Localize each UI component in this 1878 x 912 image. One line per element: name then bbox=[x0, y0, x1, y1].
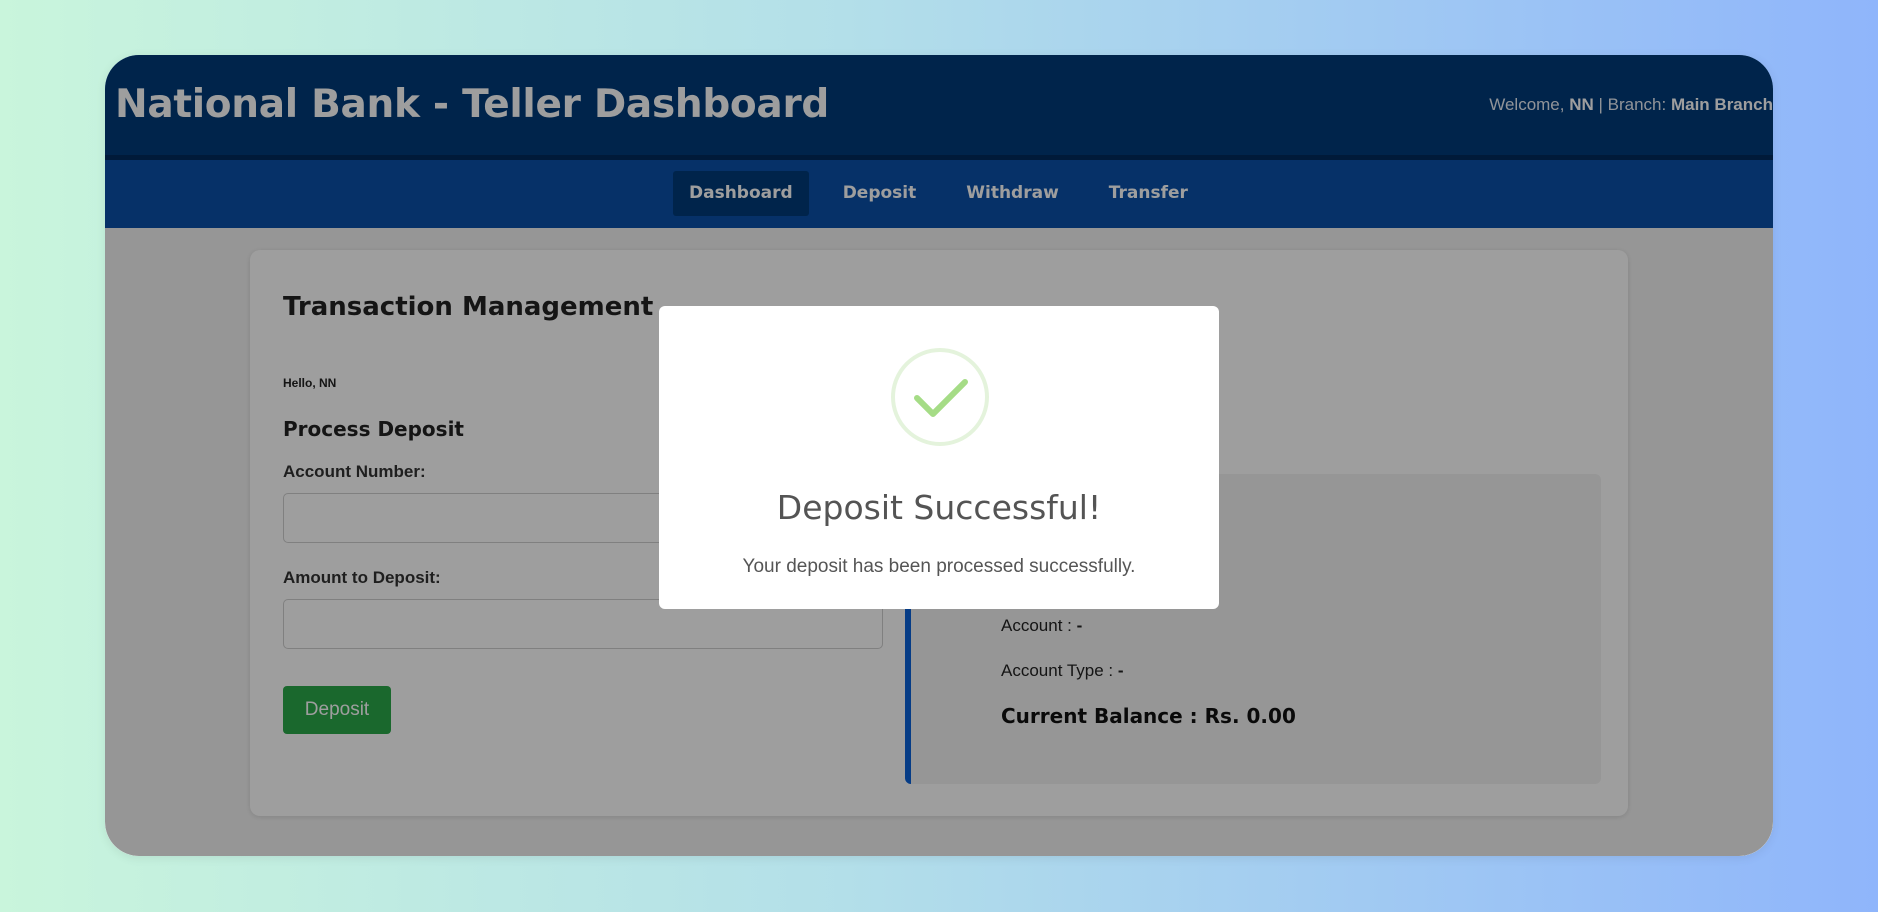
modal-title: Deposit Successful! bbox=[776, 488, 1102, 527]
checkmark-icon bbox=[891, 348, 989, 446]
success-modal: Deposit Successful! Your deposit has bee… bbox=[659, 306, 1219, 609]
modal-message: Your deposit has been processed successf… bbox=[742, 556, 1136, 577]
